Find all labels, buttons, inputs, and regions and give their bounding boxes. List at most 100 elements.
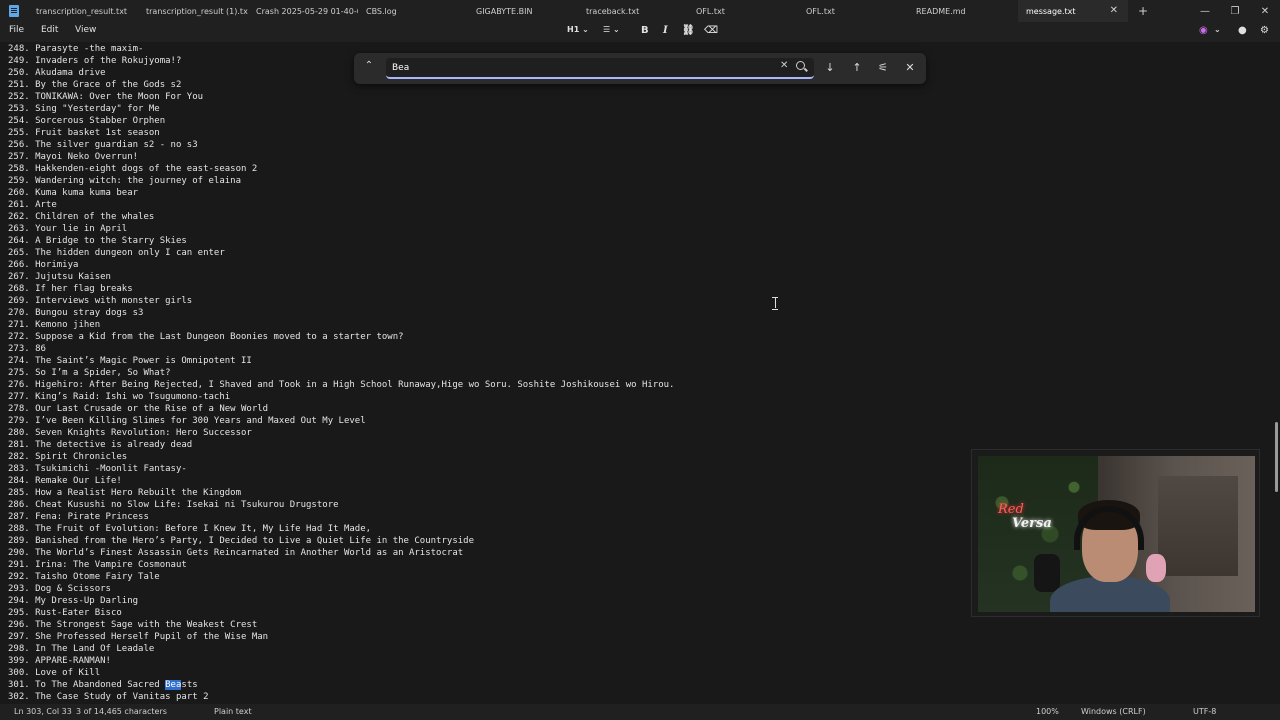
line-ending[interactable]: Windows (CRLF) bbox=[1081, 707, 1146, 716]
find-input-container: ✕ bbox=[386, 58, 814, 79]
close-find-icon[interactable]: ✕ bbox=[902, 60, 918, 76]
tab-crash-log[interactable]: Crash 2025-05-29 01-40-04.t bbox=[248, 0, 358, 22]
scrollbar-thumb[interactable] bbox=[1275, 422, 1278, 492]
menu-file[interactable]: File bbox=[9, 25, 24, 35]
text-line: 280. Seven Knights Revolution: Hero Succ… bbox=[8, 428, 252, 438]
text-cursor-icon bbox=[772, 297, 778, 310]
text-line: 288. The Fruit of Evolution: Before I Kn… bbox=[8, 524, 372, 534]
plus-icon: + bbox=[1137, 4, 1149, 18]
menu-edit[interactable]: Edit bbox=[41, 25, 58, 35]
chevron-down-icon: ⌄ bbox=[582, 25, 589, 34]
text-line: 271. Kemono jihen bbox=[8, 320, 101, 330]
text-line: 284. Remake Our Life! bbox=[8, 476, 122, 486]
heading-dropdown[interactable]: H1 ⌄ bbox=[567, 25, 589, 34]
list-dropdown[interactable]: ☰ ⌄ bbox=[603, 25, 620, 34]
link-icon[interactable]: ⛓ bbox=[682, 25, 695, 36]
find-next-icon[interactable]: ↓ bbox=[822, 60, 838, 76]
text-line: 266. Horimiya bbox=[8, 260, 79, 270]
text-line: 285. How a Realist Hero Rebuilt the King… bbox=[8, 488, 241, 498]
chevron-down-icon[interactable]: ⌄ bbox=[1214, 25, 1221, 34]
tab-label: message.txt bbox=[1026, 6, 1076, 16]
tab-label: README.md bbox=[916, 6, 966, 16]
line-list: 248. Parasyte -the maxim- 249. Invaders … bbox=[8, 43, 674, 703]
text-line: 399. APPARE-RANMAN! bbox=[8, 656, 111, 666]
text-line: 253. Sing "Yesterday" for Me bbox=[8, 104, 160, 114]
menu-bar: File Edit View H1 ⌄ ☰ ⌄ B I ⛓ ⌫ ◉ ⌄ ● ⚙ bbox=[0, 22, 1280, 42]
tab-label: transcription_result.txt bbox=[36, 6, 128, 16]
find-input[interactable] bbox=[392, 60, 772, 75]
match-suffix: sts bbox=[181, 680, 198, 690]
text-line: 258. Hakkenden-eight dogs of the east-se… bbox=[8, 164, 258, 174]
minimize-button[interactable]: — bbox=[1190, 0, 1220, 22]
text-line: 281. The detective is already dead bbox=[8, 440, 193, 450]
tab-ofl-2[interactable]: OFL.txt bbox=[798, 0, 908, 22]
text-line: 297. She Professed Herself Pupil of the … bbox=[8, 632, 269, 642]
bold-button[interactable]: B bbox=[641, 25, 649, 36]
tab-transcription-result-1[interactable]: transcription_result (1).txt bbox=[138, 0, 248, 22]
account-icon[interactable]: ● bbox=[1238, 25, 1247, 36]
tab-readme[interactable]: README.md bbox=[908, 0, 1018, 22]
webcam-overlay: Red Versa bbox=[971, 449, 1260, 617]
close-tab-icon[interactable]: ✕ bbox=[1110, 5, 1118, 16]
text-line: 292. Taisho Otome Fairy Tale bbox=[8, 572, 160, 582]
tab-gigabyte-bin[interactable]: GIGABYTE.BIN bbox=[468, 0, 578, 22]
find-bar: ⌃ ✕ ↓ ↑ ⚟ ✕ bbox=[354, 53, 926, 84]
tab-label: transcription_result (1).txt bbox=[146, 6, 248, 16]
tab-label: OFL.txt bbox=[696, 6, 725, 16]
zoom-level[interactable]: 100% bbox=[1036, 707, 1059, 716]
text-line: 273. 86 bbox=[8, 344, 46, 354]
text-line: 298. In The Land Of Leadale bbox=[8, 644, 155, 654]
text-line: 300. Love of Kill bbox=[8, 668, 101, 678]
copilot-icon[interactable]: ◉ bbox=[1199, 25, 1208, 36]
gear-icon[interactable]: ⚙ bbox=[1260, 25, 1269, 36]
plush-toy bbox=[1146, 554, 1166, 582]
tab-label: traceback.txt bbox=[586, 6, 640, 16]
text-line: 289. Banished from the Hero’s Party, I D… bbox=[8, 536, 474, 546]
microphone bbox=[1034, 554, 1060, 592]
file-format[interactable]: Plain text bbox=[214, 707, 252, 716]
tab-label: GIGABYTE.BIN bbox=[476, 6, 533, 16]
text-line: 277. King’s Raid: Ishi wo Tsugumono-tach… bbox=[8, 392, 231, 402]
text-line: 287. Fena: Pirate Princess bbox=[8, 512, 149, 522]
text-line: 255. Fruit basket 1st season bbox=[8, 128, 160, 138]
tab-label: Crash 2025-05-29 01-40-04.t bbox=[256, 6, 358, 16]
neon-sign-line-1: Red bbox=[998, 502, 1024, 517]
text-line: 272. Suppose a Kid from the Last Dungeon… bbox=[8, 332, 404, 342]
clear-formatting-icon[interactable]: ⌫ bbox=[704, 25, 718, 36]
tab-traceback[interactable]: traceback.txt bbox=[578, 0, 688, 22]
find-previous-icon[interactable]: ↑ bbox=[849, 60, 865, 76]
text-line: 291. Irina: The Vampire Cosmonaut bbox=[8, 560, 187, 570]
clear-search-icon[interactable]: ✕ bbox=[780, 60, 788, 71]
find-options-icon[interactable]: ⚟ bbox=[875, 60, 891, 76]
tab-label: CBS.log bbox=[366, 6, 397, 16]
encoding[interactable]: UTF-8 bbox=[1193, 707, 1216, 716]
text-line: 252. TONIKAWA: Over the Moon For You bbox=[8, 92, 204, 102]
text-line: 275. So I’m a Spider, So What? bbox=[8, 368, 171, 378]
tab-label: OFL.txt bbox=[806, 6, 835, 16]
match-prefix: 301. To The Abandoned Sacred bbox=[8, 680, 166, 690]
text-line: 283. Tsukimichi -Moonlit Fantasy- bbox=[8, 464, 187, 474]
maximize-button[interactable]: ❐ bbox=[1220, 0, 1250, 22]
text-line: 259. Wandering witch: the journey of ela… bbox=[8, 176, 241, 186]
italic-button[interactable]: I bbox=[663, 25, 668, 36]
new-tab-button[interactable]: + bbox=[1128, 0, 1158, 22]
tab-ofl-1[interactable]: OFL.txt bbox=[688, 0, 798, 22]
list-icon: ☰ bbox=[603, 25, 611, 34]
menu-view[interactable]: View bbox=[75, 25, 96, 35]
text-line: 278. Our Last Crusade or the Rise of a N… bbox=[8, 404, 269, 414]
close-window-button[interactable]: ✕ bbox=[1250, 0, 1280, 22]
neon-sign-line-2: Versa bbox=[1012, 516, 1052, 531]
tab-transcription-result[interactable]: transcription_result.txt bbox=[28, 0, 138, 22]
text-line: 286. Cheat Kusushi no Slow Life: Isekai … bbox=[8, 500, 339, 510]
search-icon[interactable] bbox=[796, 61, 805, 70]
tab-message[interactable]: message.txt ✕ bbox=[1018, 0, 1128, 22]
webcam-feed: Red Versa bbox=[978, 456, 1255, 612]
text-line: 302. The Case Study of Vanitas part 2 bbox=[8, 692, 209, 702]
text-line: 279. I’ve Been Killing Slimes for 300 Ye… bbox=[8, 416, 366, 426]
text-line: 282. Spirit Chronicles bbox=[8, 452, 128, 462]
tab-bar: transcription_result.txt transcription_r… bbox=[0, 0, 1280, 22]
chevron-up-icon[interactable]: ⌃ bbox=[362, 60, 376, 71]
text-line: 262. Children of the whales bbox=[8, 212, 155, 222]
text-line: 269. Interviews with monster girls bbox=[8, 296, 193, 306]
tab-cbs-log[interactable]: CBS.log bbox=[358, 0, 468, 22]
